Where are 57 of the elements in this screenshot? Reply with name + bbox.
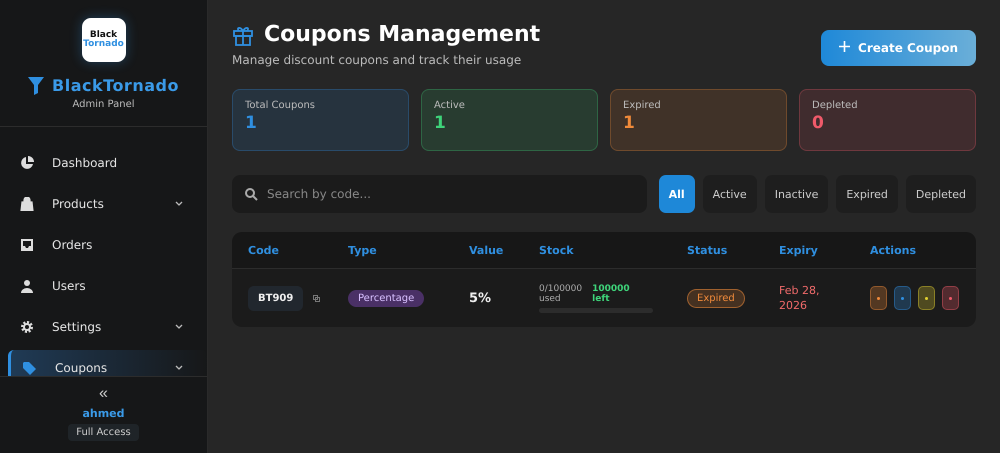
search-icon bbox=[245, 188, 258, 201]
action-button[interactable] bbox=[942, 286, 959, 310]
copy-icon[interactable] bbox=[313, 294, 320, 302]
column-header: Status bbox=[687, 244, 728, 256]
column-header: Stock bbox=[539, 244, 575, 256]
chart-icon bbox=[20, 156, 34, 170]
stat-label: Total Coupons bbox=[245, 100, 316, 111]
filter-tab[interactable]: Expired bbox=[836, 175, 898, 213]
page-subtitle: Manage discount coupons and track their usage bbox=[232, 53, 522, 67]
column-header: Expiry bbox=[779, 244, 819, 256]
action-button[interactable] bbox=[918, 286, 935, 310]
filter-tab[interactable]: Active bbox=[702, 175, 757, 213]
plus-icon bbox=[839, 41, 850, 52]
left-label: left bbox=[592, 294, 611, 304]
page-title: Coupons Management bbox=[264, 22, 540, 47]
used-count: 0/100000 bbox=[539, 284, 582, 294]
funnel-icon bbox=[28, 76, 44, 94]
type-badge: Percentage bbox=[348, 290, 424, 306]
stat-value: 1 bbox=[623, 113, 636, 133]
user-icon bbox=[20, 278, 34, 292]
filter-tab[interactable]: Depleted bbox=[906, 175, 976, 213]
collapse-button[interactable]: « bbox=[99, 385, 108, 403]
stat-label: Active bbox=[434, 100, 466, 111]
stat-value: 1 bbox=[245, 113, 258, 133]
used-label: used bbox=[539, 294, 562, 304]
panel-subtitle: Admin Panel bbox=[72, 99, 135, 110]
inbox-icon bbox=[20, 238, 34, 252]
role-badge: Full Access bbox=[68, 424, 139, 441]
action-button[interactable] bbox=[870, 286, 887, 310]
left-count: 100000 bbox=[592, 284, 630, 294]
filter-tab[interactable]: Inactive bbox=[764, 175, 828, 213]
column-header: Actions bbox=[870, 244, 917, 256]
nav-item[interactable]: Users bbox=[8, 268, 207, 303]
column-header: Code bbox=[248, 244, 280, 256]
column-header: Type bbox=[348, 244, 378, 256]
action-button[interactable] bbox=[894, 286, 911, 310]
stat-label: Expired bbox=[623, 100, 662, 111]
expiry-date: Feb 28, 2026 bbox=[779, 282, 820, 314]
bag-icon bbox=[20, 196, 34, 210]
tag-icon bbox=[23, 360, 37, 374]
nav-item[interactable]: Dashboard bbox=[8, 145, 207, 180]
logo: Black Tornado bbox=[82, 18, 126, 62]
column-header: Value bbox=[469, 244, 504, 256]
stat-label: Depleted bbox=[812, 100, 859, 111]
search-field[interactable]: Search by code... bbox=[232, 175, 647, 213]
brand-name: BlackTornado bbox=[52, 76, 179, 95]
status-badge: Expired bbox=[687, 288, 745, 308]
nav-item[interactable]: Products bbox=[8, 186, 207, 221]
stat-value: 0 bbox=[812, 113, 825, 133]
nav-item[interactable]: Orders bbox=[8, 227, 207, 262]
nav-item[interactable]: Settings bbox=[8, 309, 207, 344]
gear-icon bbox=[20, 320, 34, 334]
filter-tab[interactable]: All bbox=[658, 175, 695, 213]
coupon-code: BT909 bbox=[248, 286, 304, 310]
stat-value: 1 bbox=[434, 113, 447, 133]
value-text: 5% bbox=[469, 290, 492, 306]
user-name: ahmed bbox=[82, 407, 125, 420]
